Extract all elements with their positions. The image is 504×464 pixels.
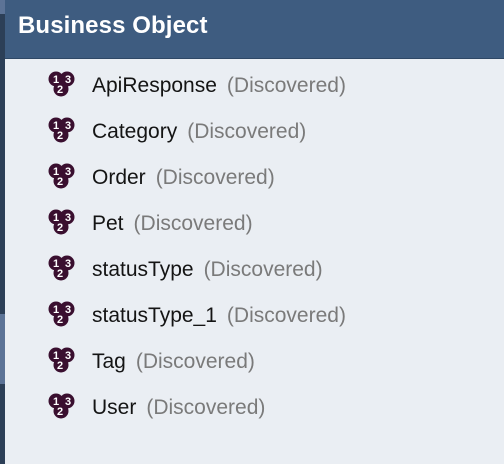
svg-text:2: 2 bbox=[57, 314, 63, 326]
item-name: statusType bbox=[92, 258, 194, 281]
enumeration-icon: 1 3 2 bbox=[47, 299, 81, 329]
svg-text:3: 3 bbox=[65, 166, 71, 178]
item-status: (Discovered) bbox=[135, 350, 255, 373]
item-status: (Discovered) bbox=[226, 74, 346, 97]
item-label: Order (Discovered) bbox=[92, 166, 275, 190]
svg-text:2: 2 bbox=[57, 222, 63, 234]
item-label: Pet (Discovered) bbox=[92, 212, 253, 236]
item-label: Category (Discovered) bbox=[92, 120, 306, 144]
item-name: Tag bbox=[92, 350, 126, 373]
item-status: (Discovered) bbox=[203, 258, 323, 281]
svg-text:2: 2 bbox=[57, 130, 63, 142]
enumeration-icon: 1 3 2 bbox=[47, 253, 81, 283]
item-status: (Discovered) bbox=[155, 166, 275, 189]
svg-text:3: 3 bbox=[65, 258, 71, 270]
svg-text:3: 3 bbox=[65, 120, 71, 132]
enumeration-icon: 1 3 2 bbox=[47, 115, 81, 145]
panel-header: Business Object bbox=[5, 0, 504, 59]
svg-text:2: 2 bbox=[57, 406, 63, 418]
enumeration-icon: 1 3 2 bbox=[47, 207, 81, 237]
item-status: (Discovered) bbox=[146, 396, 266, 419]
item-label: Tag (Discovered) bbox=[92, 350, 255, 374]
enumeration-icon: 1 3 2 bbox=[47, 345, 81, 375]
enumeration-icon: 1 3 2 bbox=[47, 391, 81, 421]
enumeration-icon: 1 3 2 bbox=[47, 161, 81, 191]
list-item-tag[interactable]: 1 3 2 Tag (Discovered) bbox=[5, 339, 504, 379]
item-status: (Discovered) bbox=[187, 120, 307, 143]
list-item-user[interactable]: 1 3 2 User (Discovered) bbox=[5, 385, 504, 425]
list-item-apiresponse[interactable]: 1 3 2 ApiResponse (Discovered) bbox=[5, 63, 504, 103]
svg-text:3: 3 bbox=[65, 304, 71, 316]
list-item-order[interactable]: 1 3 2 Order (Discovered) bbox=[5, 155, 504, 195]
enumeration-icon: 1 3 2 bbox=[47, 69, 81, 99]
item-status: (Discovered) bbox=[226, 304, 346, 327]
item-name: Pet bbox=[92, 212, 124, 235]
business-object-panel: 1 3 2 ApiResponse (Discovered) 1 3 2 Cate… bbox=[5, 59, 504, 464]
item-name: Category bbox=[92, 120, 178, 143]
item-label: ApiResponse (Discovered) bbox=[92, 74, 346, 98]
item-name: statusType_1 bbox=[92, 304, 217, 327]
svg-text:2: 2 bbox=[57, 84, 63, 96]
svg-text:3: 3 bbox=[65, 350, 71, 362]
item-label: statusType_1 (Discovered) bbox=[92, 304, 346, 328]
item-name: ApiResponse bbox=[92, 74, 217, 97]
list-item-pet[interactable]: 1 3 2 Pet (Discovered) bbox=[5, 201, 504, 241]
item-name: Order bbox=[92, 166, 146, 189]
item-name: User bbox=[92, 396, 137, 419]
item-label: statusType (Discovered) bbox=[92, 258, 323, 282]
svg-text:3: 3 bbox=[65, 396, 71, 408]
svg-text:3: 3 bbox=[65, 74, 71, 86]
svg-text:2: 2 bbox=[57, 176, 63, 188]
list-item-category[interactable]: 1 3 2 Category (Discovered) bbox=[5, 109, 504, 149]
item-label: User (Discovered) bbox=[92, 396, 265, 420]
list-item-statustype[interactable]: 1 3 2 statusType (Discovered) bbox=[5, 247, 504, 287]
svg-text:3: 3 bbox=[65, 212, 71, 224]
item-status: (Discovered) bbox=[133, 212, 253, 235]
panel-title: Business Object bbox=[18, 12, 208, 39]
svg-text:2: 2 bbox=[57, 360, 63, 372]
list-item-statustype-1[interactable]: 1 3 2 statusType_1 (Discovered) bbox=[5, 293, 504, 333]
svg-text:2: 2 bbox=[57, 268, 63, 280]
